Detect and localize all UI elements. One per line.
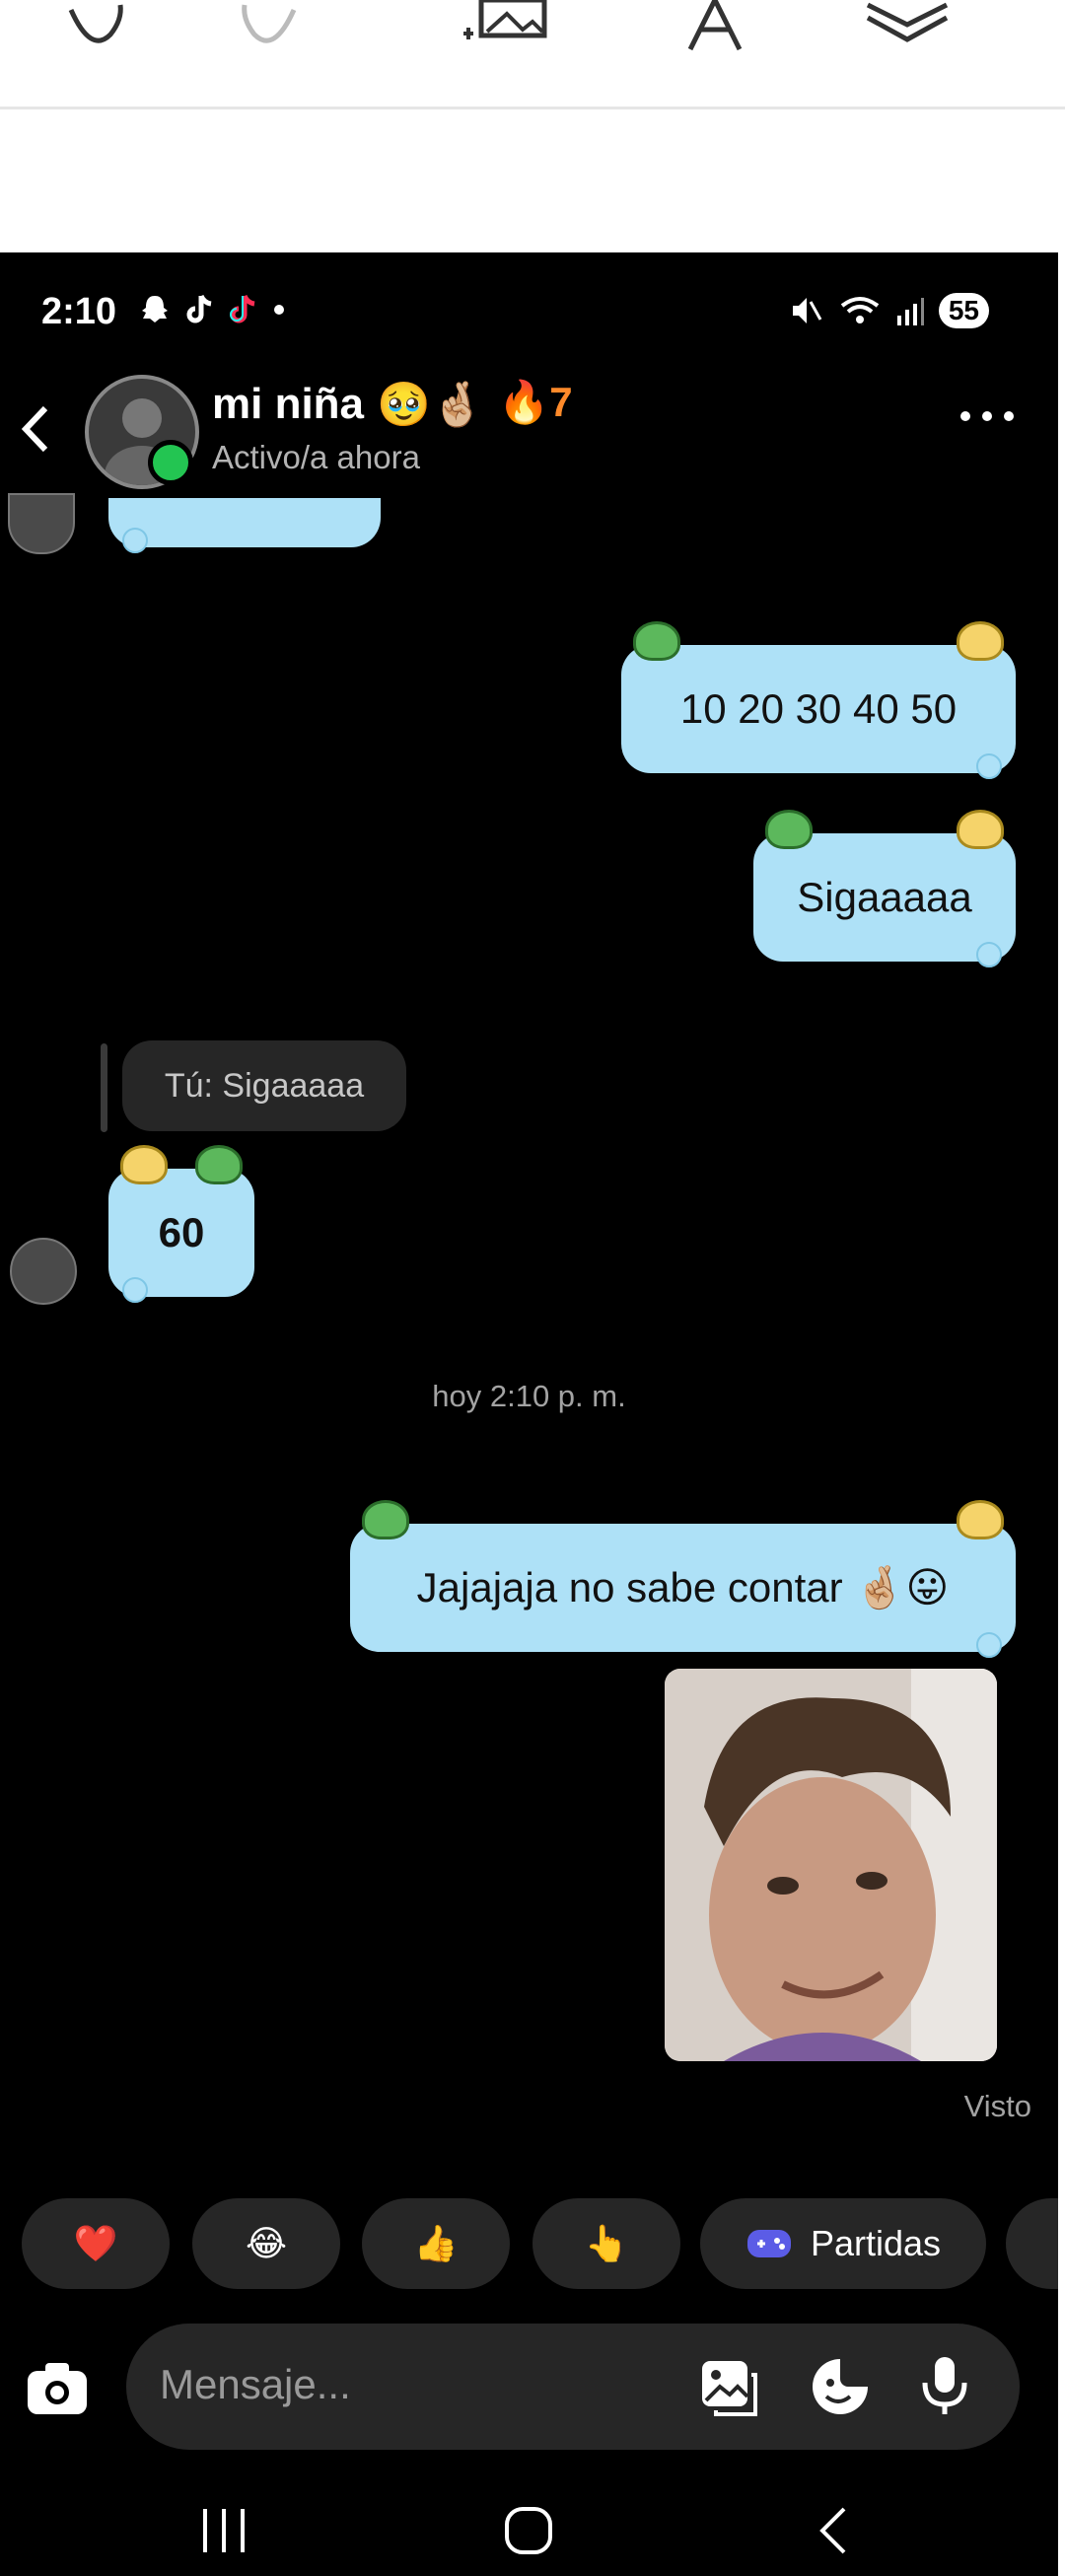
active-status: Activo/a ahora <box>212 439 420 475</box>
duck-sticker-icon <box>957 1500 1004 1539</box>
reply-reference-text: Tú: Sigaaaaa <box>164 1066 365 1105</box>
message-bubble-sent[interactable]: Sigaaaaa <box>753 810 1016 967</box>
redo-icon[interactable] <box>235 0 314 59</box>
games-button[interactable]: Partidas <box>700 2198 986 2289</box>
more-options-icon[interactable] <box>958 406 1017 426</box>
duck-sticker-icon <box>120 1145 168 1184</box>
notification-icons <box>138 293 286 326</box>
undo-icon[interactable] <box>51 0 130 59</box>
chat-header: mi niña 🥹🤞🏼 🔥7 Activo/a ahora <box>0 365 1058 493</box>
reply-indicator-line <box>101 1043 107 1132</box>
status-time: 2:10 <box>41 291 117 332</box>
contact-name-emojis: 🥹🤞🏼 <box>377 381 485 429</box>
canvas-edge <box>1058 252 1065 2576</box>
quick-reaction-thumbs-up[interactable]: 👍 <box>362 2198 510 2289</box>
message-text: Sigaaaaa <box>797 874 972 920</box>
sender-avatar[interactable] <box>10 1238 77 1305</box>
back-arrow-icon[interactable] <box>18 402 53 456</box>
system-icons: 55 <box>789 293 989 328</box>
message-input[interactable]: Mensaje... <box>160 2361 351 2408</box>
wifi-icon <box>840 297 880 323</box>
message-bubble-sent[interactable]: 10 20 30 40 50 <box>621 621 1016 779</box>
message-timestamp: hoy 2:10 p. m. <box>432 1379 626 1413</box>
quick-reaction-laugh[interactable]: 😂 <box>192 2198 340 2289</box>
home-icon[interactable] <box>501 2503 556 2558</box>
streak-badge: 🔥7 <box>498 379 573 425</box>
add-image-icon[interactable] <box>463 0 562 59</box>
reply-reference[interactable]: Tú: Sigaaaaa <box>122 1040 406 1131</box>
mute-icon <box>792 298 822 323</box>
photo-message[interactable] <box>665 1669 997 2061</box>
message-composer[interactable]: Mensaje... <box>126 2324 1020 2450</box>
sender-avatar <box>8 493 75 554</box>
contact-name[interactable]: mi niña <box>212 380 364 429</box>
camera-icon[interactable] <box>20 2351 95 2426</box>
message-text: Jajajaja no sabe contar 🤞🏼😛 <box>416 1564 950 1610</box>
signal-icon <box>896 298 924 325</box>
sticker-icon[interactable] <box>809 2355 872 2418</box>
tiktok-icon <box>186 294 212 323</box>
frog-sticker-icon <box>362 1500 409 1539</box>
online-indicator <box>148 440 193 485</box>
message-bubble-received[interactable]: 60 <box>108 1145 254 1303</box>
nav-back-icon[interactable] <box>813 2503 852 2558</box>
frog-sticker-icon <box>633 621 680 661</box>
text-style-icon[interactable] <box>680 0 749 59</box>
recent-apps-icon[interactable] <box>197 2505 250 2556</box>
message-text: 60 <box>158 1209 205 1255</box>
quick-reaction-point-up[interactable]: 👆 <box>532 2198 680 2289</box>
battery-indicator: 55 <box>938 293 989 328</box>
quick-reaction-heart[interactable]: ❤️ <box>22 2198 170 2289</box>
duck-sticker-icon <box>957 810 1004 849</box>
message-bubble-sent[interactable]: Jajajaja no sabe contar 🤞🏼😛 <box>350 1500 1016 1658</box>
canvas-margin <box>0 109 1065 252</box>
tiktok-icon-color <box>230 294 255 323</box>
dot-icon <box>274 305 284 315</box>
snapchat-icon <box>142 296 168 322</box>
games-label: Partidas <box>810 2223 942 2263</box>
message-text: 10 20 30 40 50 <box>679 685 958 732</box>
frog-sticker-icon <box>195 1145 243 1184</box>
editor-toolbar <box>0 0 1065 109</box>
gallery-icon[interactable] <box>698 2357 759 2418</box>
frog-sticker-icon <box>765 810 813 849</box>
gamepad-icon <box>746 2230 791 2257</box>
microphone-icon[interactable] <box>917 2353 972 2418</box>
message-bubble-partial <box>108 498 381 553</box>
status-bar: 2:10 55 <box>0 291 1058 336</box>
seen-receipt: Visto <box>963 2089 1031 2123</box>
duck-sticker-icon <box>957 621 1004 661</box>
layers-icon[interactable] <box>858 0 957 59</box>
system-navigation-bar <box>0 2485 1058 2576</box>
